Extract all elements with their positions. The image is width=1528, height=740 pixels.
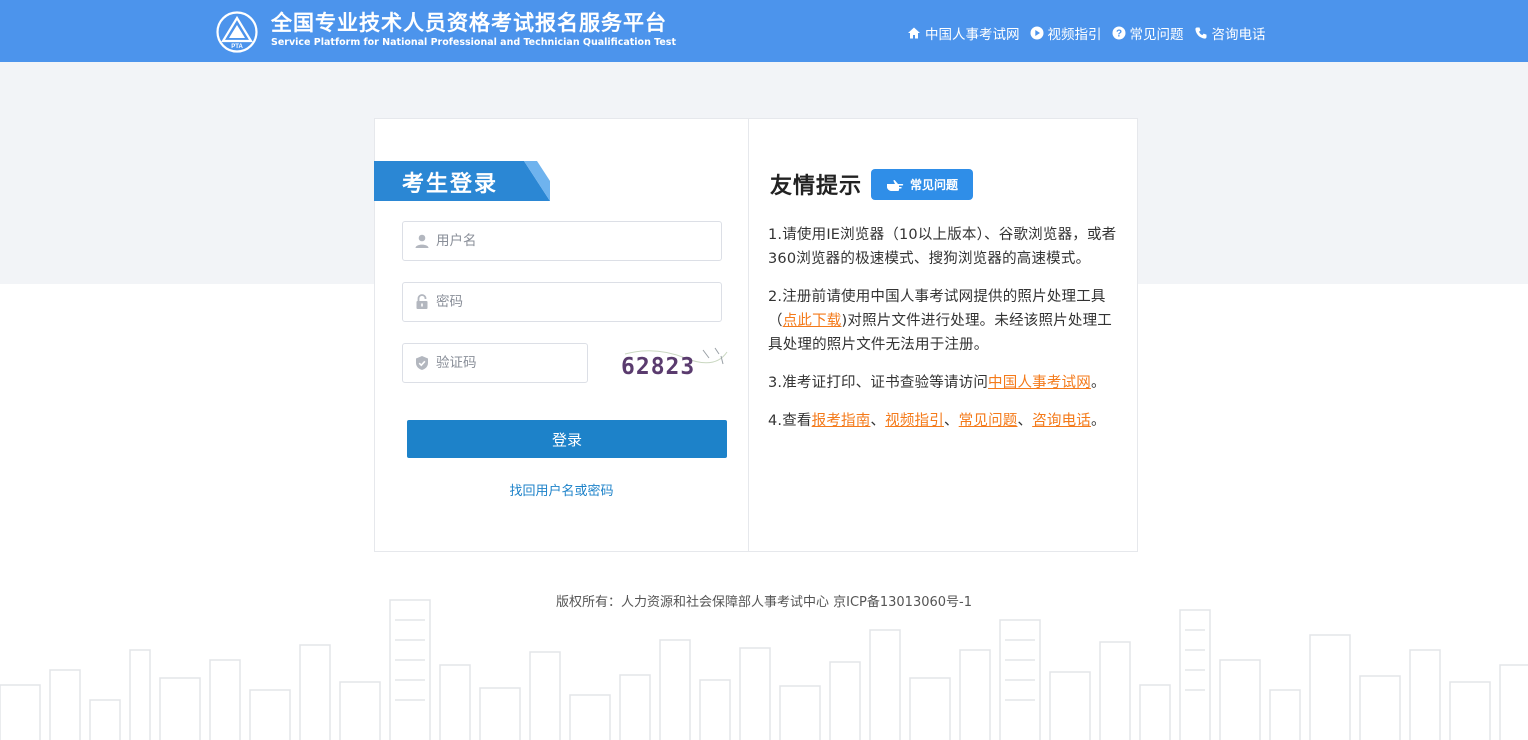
password-field (402, 282, 722, 322)
tip-text: 4.查看 (768, 413, 812, 429)
faq-badge-label: 常见问题 (909, 178, 958, 192)
login-button[interactable]: 登录 (407, 420, 727, 458)
pointing-hand-icon (886, 179, 904, 191)
site-subtitle: Service Platform for National Profession… (271, 37, 677, 48)
nav-video-guide[interactable]: 视频指引 (1030, 23, 1102, 43)
username-field (402, 221, 722, 261)
lock-icon (416, 294, 428, 309)
hotline-link[interactable]: 咨询电话 (1032, 413, 1091, 429)
captcha-input[interactable] (436, 355, 576, 371)
separator: 、 (943, 413, 959, 429)
nav-label: 咨询电话 (1211, 27, 1266, 43)
top-header: PTA 全国专业技术人员资格考试报名服务平台 Service Platform … (0, 0, 1528, 62)
site-title: 全国专业技术人员资格考试报名服务平台 (271, 11, 667, 35)
password-input[interactable] (436, 294, 676, 310)
faq-badge-button[interactable]: 常见问题 (871, 169, 973, 200)
nav-label: 常见问题 (1129, 27, 1184, 43)
user-icon (415, 234, 429, 248)
separator: 、 (1017, 413, 1033, 429)
download-tool-link[interactable]: 点此下载 (783, 313, 842, 329)
tip-text: 3.准考证打印、证书查验等请访问 (768, 375, 989, 391)
tip-text: 。 (1090, 375, 1106, 391)
username-input[interactable] (436, 233, 676, 249)
svg-text:?: ? (1115, 29, 1121, 40)
top-navigation: 中国人事考试网 视频指引 ? 常见问题 咨询电话 (907, 23, 1266, 43)
tips-list: 1.请使用IE浏览器（10以上版本）、谷歌浏览器，或者360浏览器的极速模式、搜… (768, 223, 1125, 447)
captcha-image[interactable]: 62823 (615, 344, 729, 384)
play-icon (1030, 26, 1043, 40)
personnel-exam-site-link[interactable]: 中国人事考试网 (988, 375, 1091, 391)
nav-personnel-exam-site[interactable]: 中国人事考试网 (907, 23, 1020, 43)
separator: 、 (870, 413, 886, 429)
captcha-field (402, 343, 588, 383)
tip-1: 1.请使用IE浏览器（10以上版本）、谷歌浏览器，或者360浏览器的极速模式、搜… (768, 227, 1117, 267)
phone-icon (1194, 27, 1206, 39)
login-title: 考生登录 (402, 172, 499, 197)
forgot-credentials-link[interactable]: 找回用户名或密码 (375, 480, 748, 499)
shield-icon (416, 356, 428, 370)
page: PTA 全国专业技术人员资格考试报名服务平台 Service Platform … (0, 0, 1528, 740)
card-divider (748, 119, 749, 551)
nav-label: 视频指引 (1047, 27, 1102, 43)
tips-title: 友情提示 (770, 174, 863, 199)
tip-2: 2.注册前请使用中国人事考试网提供的照片处理工具（点此下载)对照片文件进行处理。… (768, 285, 1125, 357)
captcha-text: 62823 (621, 354, 695, 380)
copyright-text: 版权所有：人力资源和社会保障部人事考试中心 京ICP备13013060号-1 (555, 595, 972, 610)
home-icon (908, 27, 920, 39)
exam-guide-link[interactable]: 报考指南 (812, 413, 871, 429)
tip-text: 。 (1091, 413, 1106, 429)
pta-logo-icon: PTA (216, 11, 258, 53)
video-guide-link[interactable]: 视频指引 (885, 413, 944, 429)
tip-3: 3.准考证打印、证书查验等请访问中国人事考试网。 (768, 371, 1125, 395)
logo-text: PTA (231, 44, 243, 50)
question-icon: ? (1112, 26, 1125, 40)
login-card: 考生登录 62823 登录 找回用户名或密码 友情提示 常见问题 1.请使用IE (374, 118, 1138, 552)
city-skyline-decoration (0, 599, 1528, 740)
nav-hotline[interactable]: 咨询电话 (1194, 23, 1266, 43)
tip-4: 4.查看报考指南、视频指引、常见问题、咨询电话。 (768, 409, 1125, 433)
nav-label: 中国人事考试网 (925, 27, 1020, 43)
nav-faq[interactable]: ? 常见问题 (1112, 23, 1184, 43)
faq-link[interactable]: 常见问题 (959, 413, 1018, 429)
